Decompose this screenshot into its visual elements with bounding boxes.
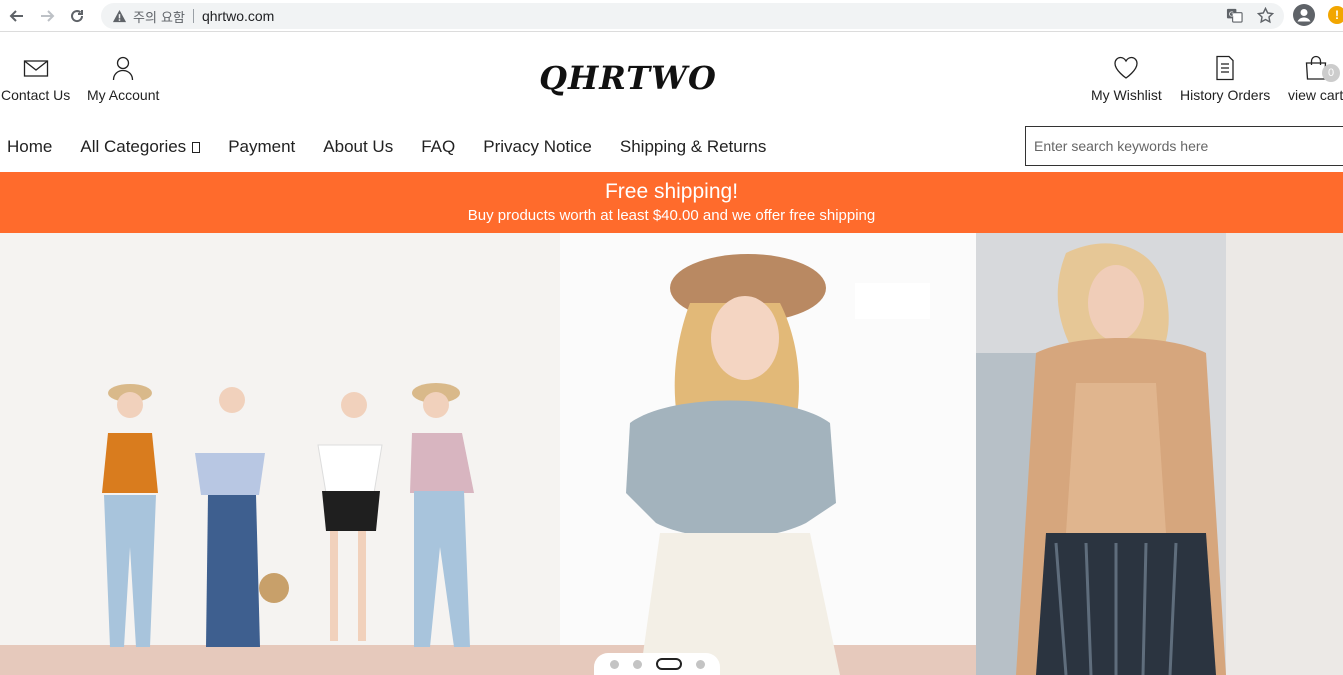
carousel-dot-4[interactable] <box>695 659 705 669</box>
svg-text:G: G <box>1229 10 1234 18</box>
forward-arrow-icon <box>41 9 55 22</box>
url-text[interactable]: qhrtwo.com <box>202 8 274 24</box>
nav-home[interactable]: Home <box>7 137 52 157</box>
nav-home-label: Home <box>7 137 53 156</box>
profile-avatar-icon[interactable] <box>1293 4 1315 26</box>
hero-slide-image[interactable] <box>0 233 976 675</box>
my-account-label: My Account <box>87 87 160 103</box>
forward-button[interactable] <box>34 3 60 29</box>
carousel-dot-3-active[interactable] <box>655 658 682 670</box>
mail-icon <box>23 60 48 77</box>
next-slide-image[interactable] <box>976 233 1343 675</box>
heart-icon <box>1114 56 1139 79</box>
nav-shipping-returns[interactable]: Shipping & Returns <box>620 137 766 157</box>
nav-about-us[interactable]: About Us <box>323 137 393 157</box>
contact-us-label: Contact Us <box>1 87 71 103</box>
site-logo[interactable]: QHRTWO <box>528 58 728 98</box>
search-box <box>1025 126 1343 166</box>
free-shipping-banner[interactable]: Free shipping! Buy products worth at lea… <box>0 172 1343 233</box>
carousel-dot-1[interactable] <box>609 659 619 669</box>
nav-privacy-notice[interactable]: Privacy Notice <box>483 137 592 157</box>
extension-alert-icon[interactable]: ! <box>1328 6 1343 24</box>
carousel-dot-2[interactable] <box>632 659 642 669</box>
address-bar[interactable]: 주의 요함 qhrtwo.com G <box>101 3 1284 29</box>
reload-button[interactable] <box>64 3 90 29</box>
view-cart-label: view cart <box>1288 87 1343 103</box>
nav-payment-label: Payment <box>228 137 296 156</box>
promo-title: Free shipping! <box>604 180 739 203</box>
my-wishlist-label: My Wishlist <box>1091 87 1162 103</box>
my-wishlist-link[interactable]: My Wishlist <box>1091 55 1162 103</box>
search-input[interactable] <box>1026 127 1343 165</box>
main-navigation: Home All Categories Payment About Us FAQ… <box>0 136 794 158</box>
my-account-link[interactable]: My Account <box>87 55 159 103</box>
nav-shipping-returns-label: Shipping & Returns <box>619 137 767 156</box>
hero-carousel[interactable] <box>0 233 1343 675</box>
logo-text: QHRTWO <box>539 59 717 97</box>
document-icon <box>1216 55 1234 81</box>
user-icon <box>113 56 134 81</box>
translate-icon[interactable]: G <box>1226 7 1243 24</box>
history-orders-label: History Orders <box>1180 87 1271 103</box>
back-button[interactable] <box>4 3 30 29</box>
cart-count-badge: 0 <box>1322 64 1340 82</box>
warning-icon[interactable] <box>111 8 127 24</box>
promo-subtitle: Buy products worth at least $40.00 and w… <box>467 207 876 224</box>
reload-icon <box>71 9 84 22</box>
bookmark-star-icon[interactable] <box>1257 7 1274 24</box>
nav-all-categories[interactable]: All Categories <box>80 137 201 157</box>
nav-privacy-notice-label: Privacy Notice <box>483 137 592 156</box>
history-orders-link[interactable]: History Orders <box>1180 55 1270 103</box>
contact-us-link[interactable]: Contact Us <box>1 55 70 103</box>
nav-payment[interactable]: Payment <box>228 137 295 157</box>
security-warning-text[interactable]: 주의 요함 <box>133 7 185 26</box>
carousel-pagination <box>594 653 720 675</box>
dropdown-glyph-icon <box>192 141 201 153</box>
nav-faq-label: FAQ <box>421 137 456 156</box>
omnibox-divider <box>192 9 194 23</box>
nav-faq[interactable]: FAQ <box>421 137 455 157</box>
browser-toolbar: 주의 요함 qhrtwo.com G ! <box>0 0 1343 32</box>
nav-all-categories-label: All Categories <box>80 137 187 156</box>
nav-about-us-label: About Us <box>323 137 394 156</box>
back-arrow-icon <box>9 9 23 22</box>
